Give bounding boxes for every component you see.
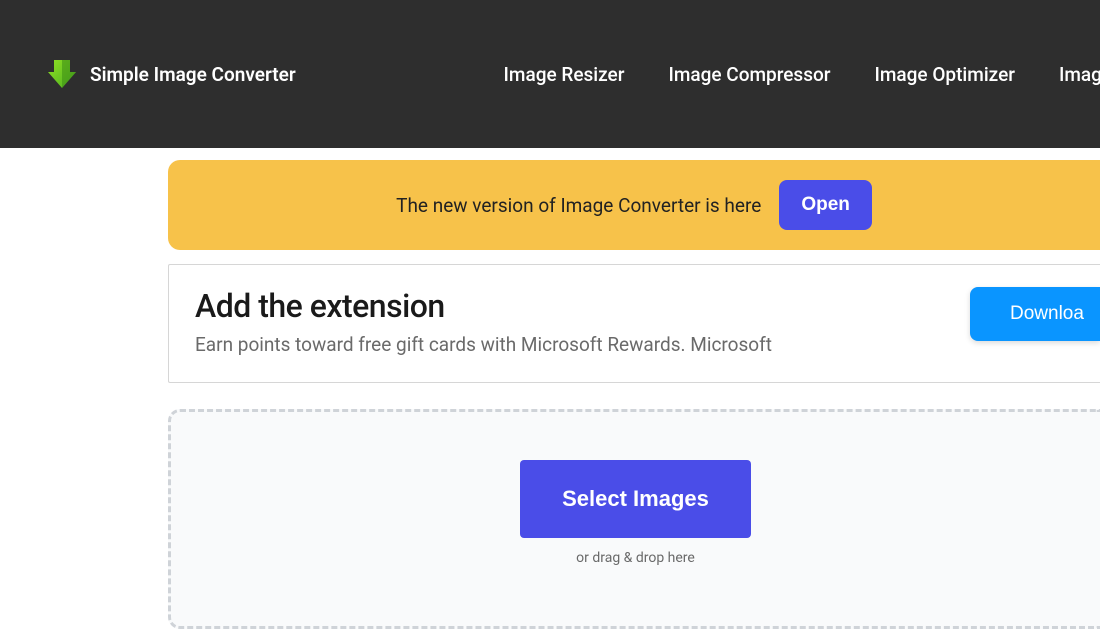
- download-button[interactable]: Downloa: [970, 287, 1100, 341]
- brand[interactable]: Simple Image Converter: [44, 56, 296, 92]
- promo-subtitle: Earn points toward free gift cards with …: [195, 333, 1074, 356]
- nav-image-optimizer[interactable]: Image Optimizer: [874, 63, 1014, 86]
- file-dropzone[interactable]: Select Images or drag & drop here: [168, 409, 1100, 629]
- nav-image-resizer[interactable]: Image Resizer: [504, 63, 625, 86]
- download-arrow-icon: [44, 56, 80, 92]
- announcement-banner: The new version of Image Converter is he…: [168, 160, 1100, 250]
- nav-image-converter[interactable]: Image Conv: [1059, 63, 1100, 86]
- open-button[interactable]: Open: [779, 180, 872, 230]
- drop-hint: or drag & drop here: [171, 550, 1100, 566]
- main-nav: Image Resizer Image Compressor Image Opt…: [504, 63, 1100, 86]
- promo-title: Add the extension: [195, 287, 1074, 325]
- select-images-button[interactable]: Select Images: [520, 460, 751, 538]
- banner-text: The new version of Image Converter is he…: [396, 194, 761, 217]
- extension-promo: Add the extension Earn points toward fre…: [168, 264, 1100, 383]
- nav-image-compressor[interactable]: Image Compressor: [668, 63, 830, 86]
- brand-title: Simple Image Converter: [90, 63, 296, 86]
- header-bar: Simple Image Converter Image Resizer Ima…: [0, 0, 1100, 148]
